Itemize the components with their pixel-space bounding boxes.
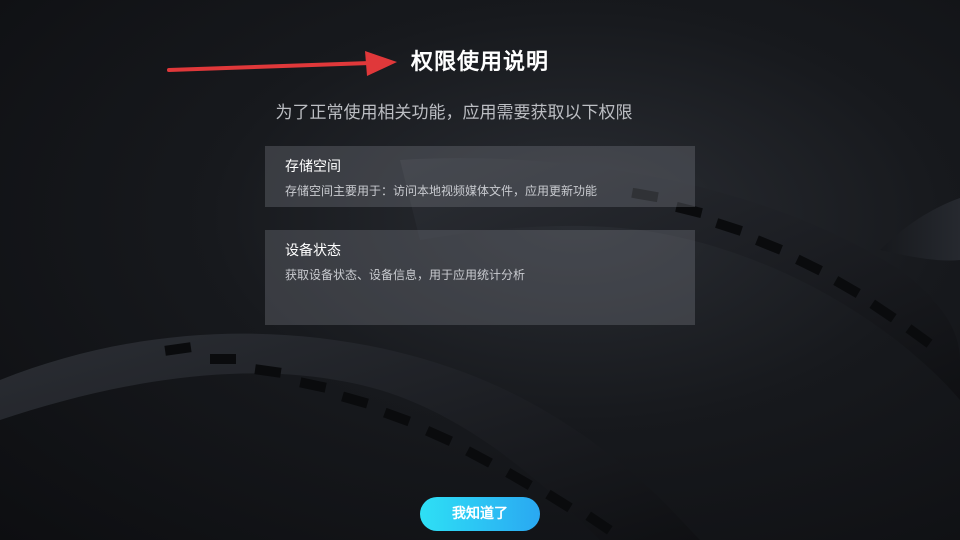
dialog-subtitle: 为了正常使用相关功能，应用需要获取以下权限	[275, 103, 633, 123]
confirm-button[interactable]: 我知道了	[420, 497, 540, 531]
permission-title: 存储空间	[285, 159, 341, 175]
permission-screen: 权限使用说明 为了正常使用相关功能，应用需要获取以下权限 存储空间 存储空间主要…	[0, 0, 960, 540]
permission-description: 存储空间主要用于：访问本地视频媒体文件，应用更新功能	[285, 184, 598, 198]
permission-description: 获取设备状态、设备信息，用于应用统计分析	[285, 268, 526, 282]
permission-title: 设备状态	[285, 243, 341, 259]
dialog-title: 权限使用说明	[410, 50, 549, 75]
permission-card-device-state: 设备状态 获取设备状态、设备信息，用于应用统计分析	[265, 230, 695, 325]
permission-card-storage: 存储空间 存储空间主要用于：访问本地视频媒体文件，应用更新功能	[265, 146, 695, 207]
